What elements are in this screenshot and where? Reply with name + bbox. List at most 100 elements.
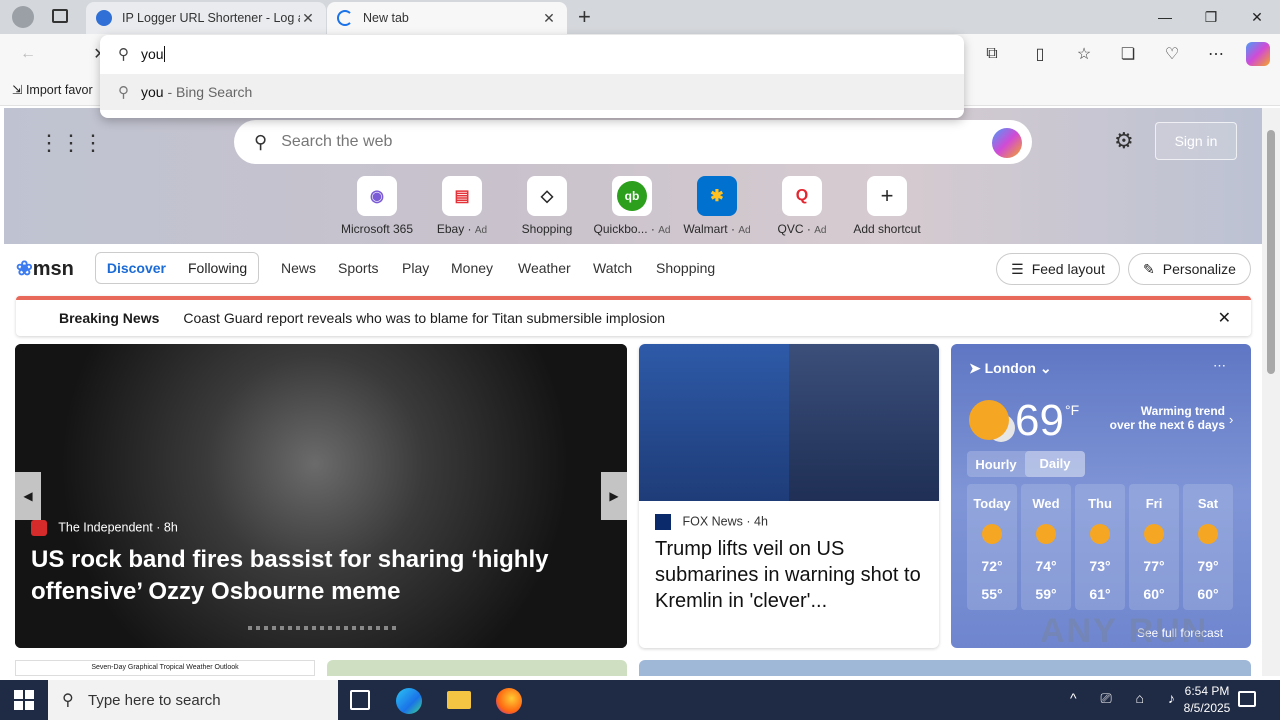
warming-trend-sub: over the next 6 days	[1109, 418, 1225, 432]
breaking-news-bar[interactable]: Breaking News Coast Guard report reveals…	[16, 296, 1251, 336]
extensions-icon[interactable]: ⧉	[980, 42, 1004, 66]
forecast-day[interactable]: Fri 77° 60°	[1129, 484, 1179, 610]
plus-icon: +	[867, 176, 907, 216]
forecast-day[interactable]: Today 72° 55°	[967, 484, 1017, 610]
partly-sunny-icon	[982, 524, 1002, 544]
split-screen-icon[interactable]: ▯	[1028, 42, 1052, 66]
story-source: The Independent	[58, 520, 153, 535]
tab-ip-logger[interactable]: IP Logger URL Shortener - Log an ✕	[86, 2, 326, 34]
carousel-dots	[248, 626, 398, 630]
hero-story-card[interactable]: ◀ ▶ The Independent · 8h US rock band fi…	[15, 344, 627, 648]
nav-shopping[interactable]: Shopping	[656, 260, 715, 276]
more-options-icon[interactable]: ⋯	[1213, 358, 1226, 374]
firefox-icon[interactable]	[496, 688, 522, 714]
collections-icon[interactable]: ❏	[1116, 42, 1140, 66]
personalize-button[interactable]: ✎ Personalize	[1128, 253, 1251, 285]
back-icon[interactable]: ←	[16, 42, 40, 66]
story-headline[interactable]: Trump lifts veil on US submarines in war…	[655, 536, 925, 614]
partly-sunny-icon	[969, 400, 1009, 440]
forecast-day[interactable]: Wed 74° 59°	[1021, 484, 1071, 610]
suggestion-item[interactable]: ⚲ you - Bing Search	[100, 74, 964, 110]
shortcut-qvc[interactable]: Q QVC · Ad	[762, 176, 842, 236]
web-search-input[interactable]: ⚲ Search the web	[234, 120, 1032, 164]
story-headline[interactable]: US rock band fires bassist for sharing ‘…	[31, 544, 591, 608]
close-icon[interactable]: ✕	[1218, 308, 1231, 328]
nav-weather[interactable]: Weather	[518, 260, 571, 276]
shortcut-microsoft-365[interactable]: ◉ Microsoft 365	[337, 176, 417, 236]
more-menu-icon[interactable]: ⋯	[1204, 42, 1228, 66]
profile-icon[interactable]	[12, 6, 34, 28]
tab-daily[interactable]: Daily	[1025, 451, 1085, 477]
nav-play[interactable]: Play	[402, 260, 429, 276]
new-tab-button[interactable]: +	[578, 4, 591, 30]
partly-sunny-icon	[1144, 524, 1164, 544]
copilot-icon[interactable]	[1246, 42, 1270, 66]
tab-following[interactable]: Following	[188, 260, 247, 276]
restore-button[interactable]: ❐	[1188, 0, 1234, 34]
copilot-icon[interactable]	[992, 128, 1022, 158]
shortcut-quickbooks[interactable]: qb Quickbo... · Ad	[592, 176, 672, 236]
taskbar-search-input[interactable]: ⚲ Type here to search	[48, 680, 338, 720]
fox-news-logo-icon	[655, 514, 671, 530]
msn-page: ⋮⋮⋮ ⚲ Search the web ⚙ Sign in ◉ Microsof…	[4, 108, 1262, 676]
add-shortcut-button[interactable]: + Add shortcut	[847, 176, 927, 236]
chevron-down-icon: ⌄	[1039, 360, 1052, 376]
sunny-icon	[1198, 524, 1218, 544]
close-window-button[interactable]: ✕	[1234, 0, 1280, 34]
prev-arrow-icon[interactable]: ◀	[15, 472, 41, 520]
close-tab-icon[interactable]: ✕	[300, 10, 316, 27]
feed-layout-button[interactable]: ☰ Feed layout	[996, 253, 1120, 285]
shortcut-ebay[interactable]: ▤ Ebay · Ad	[422, 176, 502, 236]
shortcut-shopping[interactable]: ◇ Shopping	[507, 176, 587, 236]
import-icon: ⇲	[12, 83, 26, 97]
task-view-icon[interactable]	[350, 690, 370, 710]
breaking-news-headline[interactable]: Coast Guard report reveals who was to bl…	[183, 310, 665, 326]
source-logo-icon	[31, 520, 47, 536]
story-card[interactable]	[639, 660, 1251, 676]
apps-grid-icon[interactable]: ⋮⋮⋮	[38, 130, 104, 156]
temp-unit: °F	[1065, 402, 1080, 418]
sign-in-button[interactable]: Sign in	[1155, 122, 1237, 160]
partly-sunny-icon	[1036, 524, 1056, 544]
chevron-right-icon[interactable]: ›	[1229, 412, 1233, 427]
minimize-button[interactable]: —	[1142, 0, 1188, 34]
start-button[interactable]	[14, 690, 34, 710]
scrollbar-thumb[interactable]	[1267, 130, 1275, 374]
nav-news[interactable]: News	[281, 260, 316, 276]
tab-new-tab[interactable]: New tab ✕	[327, 2, 567, 34]
close-tab-icon[interactable]: ✕	[541, 10, 557, 27]
tropical-outlook-card[interactable]: Seven-Day Graphical Tropical Weather Out…	[15, 660, 315, 676]
edge-taskbar-icon[interactable]	[396, 688, 422, 714]
system-tray-icons[interactable]: ^ ⎚ ⌂ ♪	[1070, 690, 1185, 707]
scrollbar[interactable]	[1262, 108, 1280, 676]
globe-icon	[96, 10, 112, 26]
tab-discover[interactable]: Discover	[107, 260, 166, 276]
story-age: 8h	[163, 520, 178, 535]
msn-logo[interactable]: ❀msn	[16, 256, 74, 281]
import-favorites-button[interactable]: ⇲ Import favor	[12, 82, 93, 97]
shortcut-walmart[interactable]: ✱ Walmart · Ad	[677, 176, 757, 236]
nav-money[interactable]: Money	[451, 260, 493, 276]
favorites-icon[interactable]: ☆	[1072, 42, 1096, 66]
browser-essentials-icon[interactable]: ♡	[1160, 42, 1184, 66]
walmart-icon: ✱	[697, 176, 737, 216]
nav-sports[interactable]: Sports	[338, 260, 378, 276]
tab-hourly[interactable]: Hourly	[967, 457, 1025, 472]
location-selector[interactable]: ➤ London ⌄	[969, 360, 1052, 377]
address-input[interactable]: ⚲ you	[100, 35, 964, 73]
file-explorer-icon[interactable]	[447, 691, 471, 709]
anyrun-watermark: ANY RUN	[1040, 612, 1209, 650]
settings-gear-icon[interactable]: ⚙	[1114, 128, 1134, 154]
tab-actions-icon[interactable]	[52, 9, 68, 23]
forecast-day[interactable]: Sat 79° 60°	[1183, 484, 1233, 610]
story-image	[639, 344, 789, 501]
weather-card[interactable]: ➤ London ⌄ ⋯ 69 °F Warming trend over th…	[951, 344, 1251, 648]
story-card[interactable]	[327, 660, 627, 676]
notifications-icon[interactable]	[1238, 691, 1256, 707]
side-story-card[interactable]: FOX News · 4h Trump lifts veil on US sub…	[639, 344, 939, 648]
msn-butterfly-icon: ❀	[16, 258, 33, 280]
forecast-day[interactable]: Thu 73° 61°	[1075, 484, 1125, 610]
current-temp: 69	[1015, 396, 1064, 445]
nav-watch[interactable]: Watch	[593, 260, 632, 276]
next-arrow-icon[interactable]: ▶	[601, 472, 627, 520]
